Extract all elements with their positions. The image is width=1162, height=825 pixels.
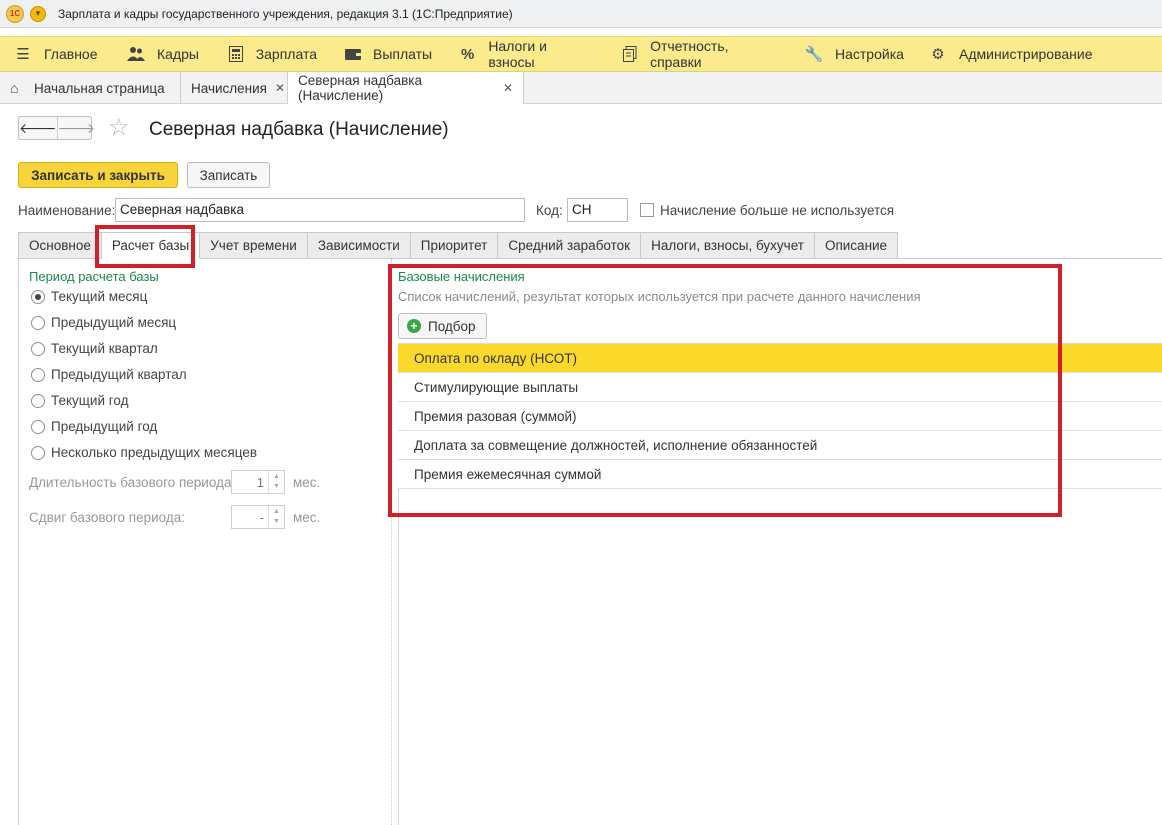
menu-item-admin[interactable]: ⚙ Администрирование bbox=[915, 37, 1115, 71]
back-arrow-icon[interactable]: 🡐 bbox=[19, 117, 57, 139]
menu-item-salary[interactable]: Зарплата bbox=[215, 37, 331, 71]
tab-taxes[interactable]: Налоги, взносы, бухучет bbox=[641, 232, 815, 259]
window-title: Зарплата и кадры государственного учрежд… bbox=[58, 6, 513, 21]
option-label: Текущий год bbox=[51, 393, 129, 408]
tab-dependencies[interactable]: Зависимости bbox=[307, 232, 411, 259]
menu-item-reports[interactable]: Отчетность, справки bbox=[607, 37, 791, 71]
menu-item-settings[interactable]: 🔧 Настройка bbox=[791, 37, 915, 71]
hamburger-icon: ☰ bbox=[16, 46, 30, 63]
option-label: Текущий месяц bbox=[51, 289, 148, 304]
stepper-arrows-icon[interactable]: ▲ ▼ bbox=[268, 471, 284, 493]
menu-item-label: Администрирование bbox=[959, 46, 1093, 62]
tab-label: Северная надбавка (Начисление) bbox=[298, 72, 422, 103]
duration-value: 1 bbox=[256, 475, 264, 490]
home-icon: ⌂ bbox=[10, 80, 19, 96]
period-option-previous-quarter[interactable]: Предыдущий квартал bbox=[31, 367, 187, 382]
wrench-icon: 🔧 bbox=[804, 46, 824, 63]
radio-button[interactable] bbox=[31, 445, 45, 460]
period-title: Период расчета базы bbox=[29, 269, 159, 284]
percent-icon: % bbox=[460, 45, 475, 63]
tab-label: Начальная страница bbox=[34, 80, 165, 96]
form-title: Северная надбавка (Начисление) bbox=[149, 119, 449, 140]
radio-button[interactable] bbox=[31, 419, 45, 434]
code-label: Код: bbox=[536, 203, 563, 218]
wallet-icon bbox=[345, 45, 361, 63]
people-icon bbox=[127, 45, 145, 63]
shift-unit: мес. bbox=[293, 510, 321, 525]
menu-item-hr[interactable]: Кадры bbox=[113, 37, 215, 71]
tab-basic[interactable]: Основное bbox=[18, 232, 102, 259]
tab-label: Начисления bbox=[191, 80, 267, 96]
list-empty-area bbox=[398, 488, 1162, 825]
shift-stepper[interactable]: - ▲ ▼ bbox=[231, 505, 285, 529]
radio-button[interactable] bbox=[31, 289, 45, 304]
shift-value: - bbox=[259, 510, 264, 525]
tab-average-earnings[interactable]: Средний заработок bbox=[498, 232, 642, 259]
menu-item-label: Зарплата bbox=[255, 46, 317, 62]
radio-button[interactable] bbox=[31, 341, 45, 356]
option-label: Предыдущий квартал bbox=[51, 367, 187, 382]
option-label: Несколько предыдущих месяцев bbox=[51, 445, 258, 460]
menu-item-label: Выплаты bbox=[373, 46, 433, 62]
tab-time-accounting[interactable]: Учет времени bbox=[200, 232, 308, 259]
option-label: Текущий квартал bbox=[51, 341, 158, 356]
forward-arrow-icon[interactable]: 🡒 bbox=[56, 117, 95, 139]
list-highlight-frame bbox=[388, 264, 1062, 517]
menu-item-label: Кадры bbox=[157, 46, 199, 62]
menu-item-taxes[interactable]: % Налоги и взносы bbox=[445, 37, 607, 71]
option-label: Предыдущий месяц bbox=[51, 315, 177, 330]
menu-item-label: Настройка bbox=[835, 46, 904, 62]
code-input[interactable]: СН bbox=[567, 198, 628, 222]
period-option-previous-year[interactable]: Предыдущий год bbox=[31, 419, 157, 434]
period-option-current-month[interactable]: Текущий месяц bbox=[31, 289, 147, 304]
period-option-previous-month[interactable]: Предыдущий месяц bbox=[31, 315, 176, 330]
menu-item-main[interactable]: ☰ Главное bbox=[0, 37, 113, 71]
favorite-star-icon[interactable]: ☆ bbox=[108, 115, 130, 141]
duration-label: Длительность базового периода: bbox=[29, 475, 236, 490]
gear-icon: ⚙ bbox=[931, 46, 945, 63]
close-icon[interactable]: ✕ bbox=[503, 81, 513, 95]
menu-item-label: Отчетность, справки bbox=[650, 38, 729, 70]
report-icon bbox=[621, 45, 638, 63]
close-icon[interactable]: ✕ bbox=[275, 81, 285, 95]
tab-accruals[interactable]: Начисления ✕ bbox=[181, 72, 288, 104]
main-menu-dropdown-icon[interactable]: ▾ bbox=[30, 5, 46, 22]
tab-northern-allowance[interactable]: Северная надбавка (Начисление) ✕ bbox=[288, 72, 524, 105]
radio-button[interactable] bbox=[31, 367, 45, 382]
not-used-label: Начисление больше не используется bbox=[660, 203, 895, 218]
name-input[interactable]: Северная надбавка bbox=[115, 198, 525, 222]
option-label: Предыдущий год bbox=[51, 419, 158, 434]
not-used-checkbox[interactable] bbox=[640, 203, 654, 217]
save-button[interactable]: Записать bbox=[187, 162, 270, 188]
stepper-arrows-icon[interactable]: ▲ ▼ bbox=[268, 506, 284, 528]
title-bar: 1С ▾ Зарплата и кадры государственного у… bbox=[0, 0, 1162, 28]
calculator-icon bbox=[229, 45, 244, 63]
duration-unit: мес. bbox=[293, 475, 321, 490]
tab-home[interactable]: ⌂ Начальная страница bbox=[0, 72, 181, 104]
tab-description[interactable]: Описание bbox=[814, 232, 899, 259]
tab-highlight-frame bbox=[95, 225, 195, 268]
period-option-several-months[interactable]: Несколько предыдущих месяцев bbox=[31, 445, 257, 460]
section-menu: ☰ Главное Кадры Зарплата Выплаты % Налог… bbox=[0, 36, 1162, 72]
tab-priority[interactable]: Приоритет bbox=[410, 232, 499, 259]
period-option-current-quarter[interactable]: Текущий квартал bbox=[31, 341, 158, 356]
menu-item-label: Налоги и взносы bbox=[488, 38, 547, 70]
window-tabs: ⌂ Начальная страница Начисления ✕ Северн… bbox=[0, 72, 1162, 105]
radio-button[interactable] bbox=[31, 393, 45, 408]
save-and-close-button[interactable]: Записать и закрыть bbox=[18, 162, 178, 188]
radio-button[interactable] bbox=[31, 315, 45, 330]
history-nav: 🡐 🡒 bbox=[18, 116, 95, 140]
menu-item-label: Главное bbox=[44, 46, 98, 62]
name-label: Наименование: bbox=[18, 203, 116, 218]
period-option-current-year[interactable]: Текущий год bbox=[31, 393, 128, 408]
duration-stepper[interactable]: 1 ▲ ▼ bbox=[231, 470, 285, 494]
menu-item-payments[interactable]: Выплаты bbox=[331, 37, 445, 71]
app-logo-icon: 1С bbox=[6, 4, 24, 23]
shift-label: Сдвиг базового периода: bbox=[29, 510, 185, 525]
